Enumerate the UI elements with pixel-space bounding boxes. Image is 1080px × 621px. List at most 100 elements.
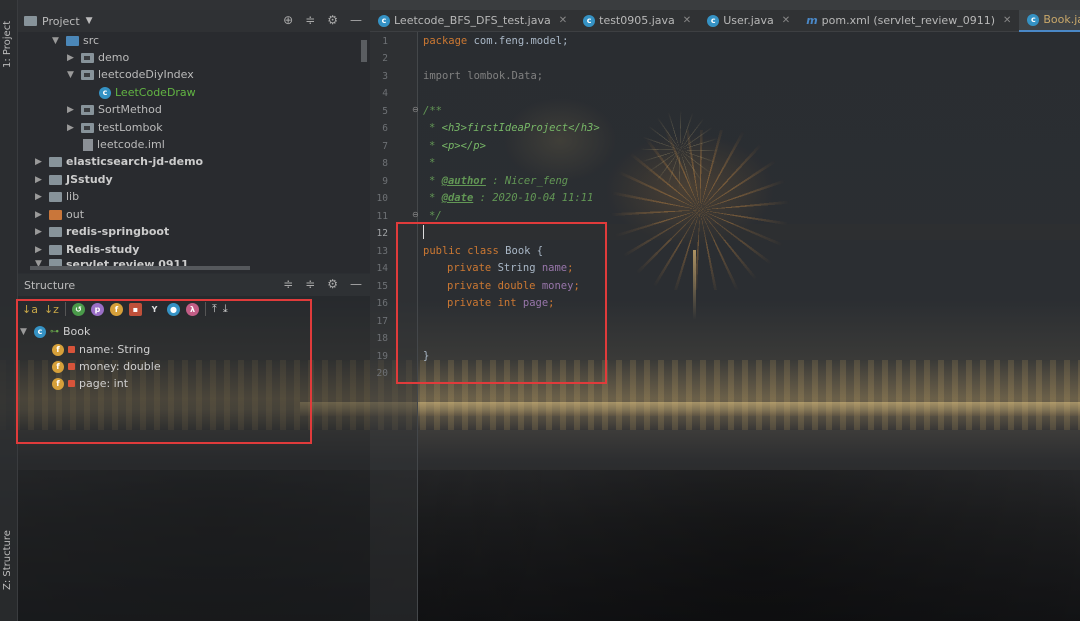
tree-item-redis-study[interactable]: ▶ Redis-study xyxy=(35,241,139,258)
vertical-scrollbar[interactable] xyxy=(361,40,367,62)
minimize-icon[interactable]: — xyxy=(350,13,362,27)
tree-item-jsstudy[interactable]: ▶ JSstudy xyxy=(35,171,113,188)
tree-item-label: redis-springboot xyxy=(66,225,170,238)
class-icon: c xyxy=(1027,13,1040,26)
gear-icon[interactable]: ⚙ xyxy=(327,13,338,27)
tree-item-testlombok[interactable]: ▶ testLombok xyxy=(67,119,163,136)
annotation-box-structure xyxy=(16,299,312,444)
tree-item-out[interactable]: ▶ out xyxy=(35,206,84,223)
editor-tab-bar: c Leetcode_BFS_DFS_test.java ✕ c test090… xyxy=(370,9,1080,32)
project-tool-tab[interactable]: 1: Project xyxy=(2,14,16,74)
tree-item-leetcodediyindex[interactable]: ▼ leetcodeDiyIndex xyxy=(67,66,194,83)
code-comment: : Nicer_feng xyxy=(485,175,569,187)
tree-item-label: JSstudy xyxy=(66,173,113,186)
project-panel-title[interactable]: Project xyxy=(42,15,80,28)
collapse-arrow-icon[interactable]: ▶ xyxy=(35,245,45,255)
line-number: 20 xyxy=(376,368,388,379)
code-comment: * xyxy=(429,140,436,152)
fold-marker-icon[interactable]: ⊖ xyxy=(412,105,419,114)
code-text: lombok.Data; xyxy=(460,70,544,82)
collapse-arrow-icon[interactable]: ▶ xyxy=(35,192,45,202)
code-line[interactable]: * @date : 2020-10-04 11:11 xyxy=(429,192,593,204)
tree-item-label: leetcodeDiyIndex xyxy=(98,68,194,81)
line-number: 13 xyxy=(376,246,388,257)
code-line[interactable]: * @author : Nicer_feng xyxy=(429,175,568,187)
folder-icon xyxy=(49,226,62,237)
code-line[interactable]: * <h3>firstIdeaProject</h3> xyxy=(429,122,600,134)
expand-arrow-icon[interactable]: ▼ xyxy=(67,70,77,80)
line-number: 17 xyxy=(376,316,388,327)
tab-leetcode-bfs-dfs[interactable]: c Leetcode_BFS_DFS_test.java ✕ xyxy=(370,10,575,32)
code-doc-tag: <p></p> xyxy=(441,140,486,152)
code-line[interactable]: */ xyxy=(429,210,442,222)
tree-item-elasticsearch[interactable]: ▶ elasticsearch-jd-demo xyxy=(35,153,203,170)
tree-item-lib[interactable]: ▶ lib xyxy=(35,188,79,205)
tree-item-leetcode-iml[interactable]: leetcode.iml xyxy=(83,136,165,153)
tree-item-leetcodedraw[interactable]: c LeetCodeDraw xyxy=(99,84,196,101)
project-panel-header: Project ▼ ⊕ ≑ ⚙ — xyxy=(18,10,370,32)
close-icon[interactable]: ✕ xyxy=(782,15,790,26)
dropdown-icon[interactable]: ▼ xyxy=(86,16,93,26)
close-icon[interactable]: ✕ xyxy=(1003,15,1011,26)
collapse-all-icon[interactable]: ≑ xyxy=(305,13,315,27)
code-keyword: package xyxy=(423,35,468,47)
gear-icon[interactable]: ⚙ xyxy=(327,277,338,291)
tab-pom-xml[interactable]: m pom.xml (servlet_review_0911) ✕ xyxy=(798,10,1019,32)
tree-item-label: LeetCodeDraw xyxy=(115,86,196,99)
locate-icon[interactable]: ⊕ xyxy=(283,13,293,27)
collapse-arrow-icon[interactable]: ▶ xyxy=(35,175,45,185)
line-number: 14 xyxy=(376,263,388,274)
class-icon: c xyxy=(378,14,390,27)
expand-all-icon[interactable]: ≑ xyxy=(283,277,293,291)
expand-arrow-icon[interactable]: ▼ xyxy=(52,36,62,46)
collapse-arrow-icon[interactable]: ▶ xyxy=(67,123,77,133)
folder-orange-icon xyxy=(49,209,62,220)
tab-test0905[interactable]: c test0905.java ✕ xyxy=(575,10,699,32)
collapse-arrow-icon[interactable]: ▶ xyxy=(67,105,77,115)
maven-icon: m xyxy=(806,14,818,27)
tree-item-sortmethod[interactable]: ▶ SortMethod xyxy=(67,101,162,118)
collapse-arrow-icon[interactable]: ▶ xyxy=(35,227,45,237)
firework-small xyxy=(640,110,720,190)
tree-item-label: out xyxy=(66,208,85,221)
tree-item-demo[interactable]: ▶ demo xyxy=(67,49,129,66)
code-line[interactable]: * <p></p> xyxy=(429,140,486,152)
code-line[interactable]: import lombok.Data; xyxy=(423,70,543,82)
code-comment: * xyxy=(429,192,436,204)
fold-marker-icon[interactable]: ⊖ xyxy=(412,210,419,219)
firework-streak xyxy=(693,250,696,320)
code-comment: : 2020-10-04 11:11 xyxy=(473,192,594,204)
line-number: 12 xyxy=(376,228,388,239)
code-doc-tag: <h3>firstIdeaProject</h3> xyxy=(441,122,600,134)
horizontal-scrollbar[interactable] xyxy=(30,266,250,270)
close-icon[interactable]: ✕ xyxy=(683,15,691,26)
tree-item-redis-springboot[interactable]: ▶ redis-springboot xyxy=(35,223,169,240)
line-number: 1 xyxy=(382,36,388,47)
tree-item-src[interactable]: ▼ src xyxy=(52,32,99,49)
collapse-arrow-icon[interactable]: ▶ xyxy=(67,53,77,63)
line-number: 8 xyxy=(382,158,388,169)
structure-tool-tab[interactable]: Z: Structure xyxy=(2,528,16,592)
line-number: 11 xyxy=(376,211,388,222)
close-icon[interactable]: ✕ xyxy=(559,15,567,26)
line-number: 4 xyxy=(382,88,388,99)
tree-item-label: demo xyxy=(98,51,130,64)
annotation-box-code xyxy=(396,222,607,384)
code-doc-tag: @date xyxy=(441,192,474,204)
line-number: 19 xyxy=(376,351,388,362)
line-number: 3 xyxy=(382,71,388,82)
collapse-arrow-icon[interactable]: ▶ xyxy=(35,210,45,220)
folder-icon xyxy=(49,191,62,202)
tab-user[interactable]: c User.java ✕ xyxy=(699,10,798,32)
tab-label: test0905.java xyxy=(599,14,675,27)
package-icon xyxy=(81,69,94,80)
package-icon xyxy=(81,122,94,133)
code-line[interactable]: * xyxy=(429,157,435,169)
code-line[interactable]: /** xyxy=(423,105,442,117)
minimize-icon[interactable]: — xyxy=(350,277,362,291)
line-number: 18 xyxy=(376,333,388,344)
collapse-all-icon[interactable]: ≑ xyxy=(305,277,315,291)
collapse-arrow-icon[interactable]: ▶ xyxy=(35,157,45,167)
code-line[interactable]: package com.feng.model; xyxy=(423,35,568,47)
tab-book[interactable]: c Book.java ✕ xyxy=(1019,9,1080,32)
